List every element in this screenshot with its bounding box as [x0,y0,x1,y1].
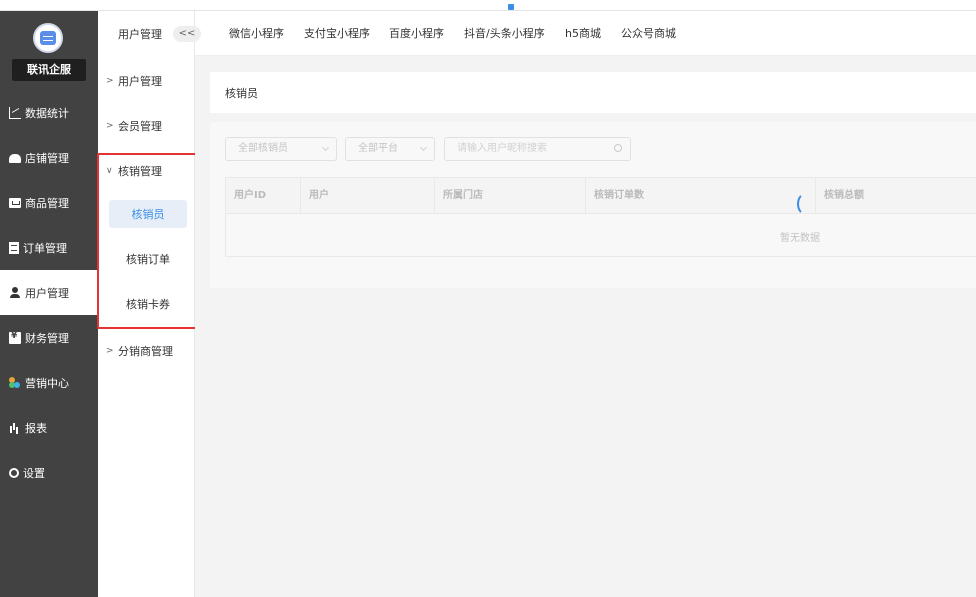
list-card: 全部核销员 全部平台 请输入用户昵称搜索 用户ID 用户 所属门店 核销订单数 … [210,122,976,288]
subnav-group-label: 用户管理 [118,75,162,88]
order-icon [9,241,19,254]
store-icon [9,154,21,163]
verifier-select[interactable]: 全部核销员 [225,137,337,161]
table-header-order-count: 核销订单数 [586,178,816,214]
top-indicator [508,4,514,10]
platform-select[interactable]: 全部平台 [345,137,435,161]
chevron-down-icon: ∨ [106,166,113,176]
sidebar-item-marketing[interactable]: 营销中心 [0,360,98,405]
search-icon[interactable] [614,144,622,152]
chevron-right-icon: > [106,76,114,86]
chevron-down-icon [321,143,330,152]
subnav-item-verifier[interactable]: 核销员 [109,200,187,228]
search-input[interactable]: 请输入用户昵称搜索 [444,137,631,161]
table-header-total: 核销总额 [816,178,976,214]
main-content: 核销员 全部核销员 全部平台 请输入用户昵称搜索 用户ID 用户 所属门店 核销… [195,56,976,597]
tab-douyin[interactable]: 抖音/头条小程序 [464,11,545,56]
sidebar-item-label: 财务管理 [25,331,69,345]
subnav-item-verify-orders[interactable]: 核销订单 [109,245,187,273]
sidebar-item-label: 订单管理 [23,241,67,255]
subnav-group-label: 核销管理 [118,165,162,178]
subnav-group-members[interactable]: > 会员管理 [106,118,162,134]
search-placeholder: 请输入用户昵称搜索 [457,143,547,154]
sidebar-item-label: 设置 [23,466,45,480]
finance-icon [9,331,21,344]
subnav-item-verify-coupons[interactable]: 核销卡券 [109,290,187,318]
platform-tabs: 微信小程序 支付宝小程序 百度小程序 抖音/头条小程序 h5商城 公众号商城 [195,11,976,56]
table-header-store: 所属门店 [435,178,586,214]
chevron-down-icon [419,143,428,152]
main-sidebar: 联讯企服 数据统计 店铺管理 商品管理 订单管理 用户管理 财务管理 营销中心 … [0,11,98,597]
verifier-select-value: 全部核销员 [238,143,288,154]
sidebar-item-label: 数据统计 [25,106,69,120]
table-header-user: 用户 [301,178,435,214]
sidebar-item-store[interactable]: 店铺管理 [0,135,98,180]
sidebar-item-label: 营销中心 [25,376,69,390]
subnav-group-label: 分销商管理 [118,345,173,358]
subnav-group-distributors[interactable]: > 分销商管理 [106,343,173,359]
platform-select-value: 全部平台 [358,143,398,154]
page-title: 核销员 [210,72,976,113]
goods-icon [9,197,21,208]
subnav-group-verification[interactable]: ∨ 核销管理 [106,163,162,179]
top-strip [0,0,976,11]
marketing-icon [9,376,21,389]
logo-icon [40,31,56,45]
sidebar-item-settings[interactable]: 设置 [0,450,98,495]
sidebar-item-stats[interactable]: 数据统计 [0,90,98,135]
tab-h5[interactable]: h5商城 [565,11,601,56]
table-header-user-id: 用户ID [226,178,301,214]
sidebar-item-label: 用户管理 [25,286,69,300]
sidebar-item-orders[interactable]: 订单管理 [0,225,98,270]
report-icon [9,422,21,434]
settings-icon [9,467,19,478]
sidebar-item-finance[interactable]: 财务管理 [0,315,98,360]
subnav-group-users[interactable]: > 用户管理 [106,73,162,89]
chevron-right-icon: > [106,346,114,356]
loading-spinner-icon [797,192,817,216]
chevron-right-icon: > [106,121,114,131]
collapse-button[interactable]: << [173,26,201,42]
subnav-group-label: 会员管理 [118,120,162,133]
user-icon [9,286,21,299]
chart-icon [9,106,21,119]
tab-wechat[interactable]: 微信小程序 [229,11,284,56]
verifier-table: 用户ID 用户 所属门店 核销订单数 核销总额 [225,177,976,257]
brand-name: 联讯企服 [12,59,86,81]
logo[interactable] [33,23,63,53]
sub-sidebar: 用户管理 << > 用户管理 > 会员管理 ∨ 核销管理 核销员 核销订单 核销… [98,11,201,597]
sidebar-item-label: 店铺管理 [25,151,69,165]
sidebar-item-label: 报表 [25,421,47,435]
tab-alipay[interactable]: 支付宝小程序 [304,11,370,56]
sidebar-item-label: 商品管理 [25,196,69,210]
sidebar-item-report[interactable]: 报表 [0,405,98,450]
tab-official-account[interactable]: 公众号商城 [621,11,676,56]
empty-state-text: 暂无数据 [780,233,820,244]
tab-baidu[interactable]: 百度小程序 [389,11,444,56]
sidebar-item-users[interactable]: 用户管理 [0,270,98,315]
sidebar-item-goods[interactable]: 商品管理 [0,180,98,225]
